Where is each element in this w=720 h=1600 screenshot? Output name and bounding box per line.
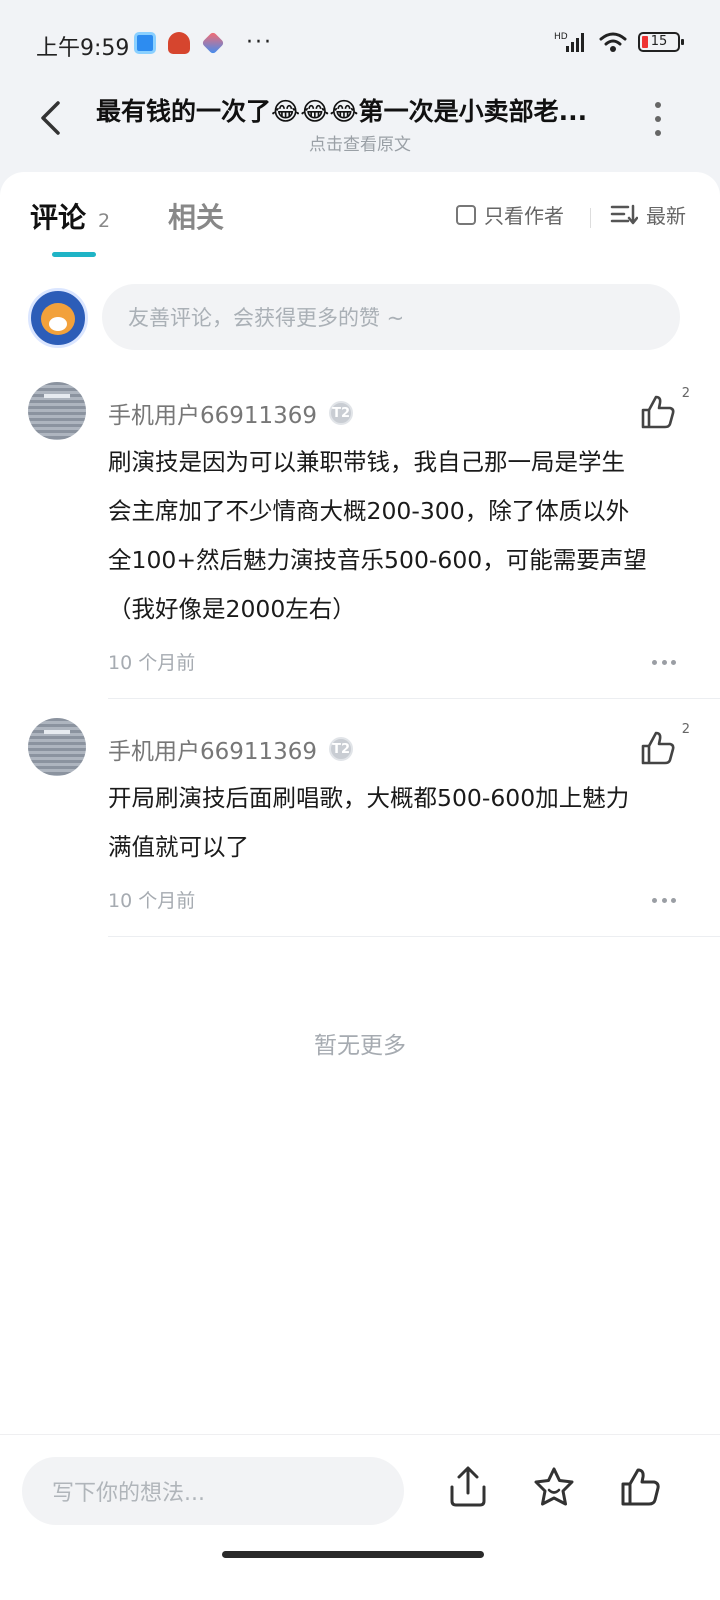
- comment-line: 刷演技是因为可以兼职带钱，我自己那一局是学生: [108, 448, 625, 476]
- tab-comments-count: 2: [98, 210, 111, 232]
- app-notification-icon: [168, 31, 190, 54]
- more-options-button[interactable]: [648, 102, 668, 136]
- checkbox-icon: [456, 204, 476, 225]
- comment-text: 开局刷演技后面刷唱歌，大概都500-600加上魅力 满值就可以了: [108, 774, 708, 872]
- no-more-text: 暂无更多: [314, 1033, 406, 1059]
- comment-divider: [108, 936, 720, 937]
- more-dot: [661, 898, 667, 903]
- comment-time: 10 个月前: [108, 890, 196, 912]
- more-notifications-icon: ···: [246, 30, 273, 55]
- comment-composer: 友善评论，会获得更多的赞 ~: [28, 284, 692, 356]
- comment-username: 手机用户66911369: [108, 739, 318, 765]
- avatar[interactable]: [28, 382, 86, 440]
- comment-input[interactable]: 友善评论，会获得更多的赞 ~: [102, 284, 680, 350]
- more-dot: [661, 660, 667, 665]
- comment-line: 满值就可以了: [108, 833, 249, 861]
- avatar[interactable]: [28, 718, 86, 776]
- more-dot: [652, 660, 657, 665]
- comment-line: 开局刷演技后面刷唱歌，大概都500-600加上魅力: [108, 784, 630, 812]
- app-notification-icon: [134, 31, 156, 54]
- status-bar: 上午9:59 ··· HD 15: [0, 0, 720, 88]
- more-dot: [671, 898, 676, 903]
- tab-related[interactable]: 相关: [168, 196, 224, 236]
- comment-user[interactable]: 手机用户66911369 T2: [108, 396, 354, 430]
- more-dot: [655, 116, 661, 122]
- like-count: 2: [681, 722, 690, 737]
- divider: [590, 208, 591, 228]
- status-indicators: HD 15: [554, 30, 684, 54]
- comment-line: 全100+然后魅力演技音乐500-600，可能需要声望: [108, 546, 647, 574]
- comment-item: 手机用户66911369 T2 2 开局刷演技后面刷唱歌，大概都500-600加…: [28, 718, 720, 938]
- status-time: 上午9:59: [36, 36, 130, 61]
- view-original-link[interactable]: 点击查看原文: [0, 130, 720, 155]
- app-notification-icon: [201, 30, 225, 55]
- like-icon[interactable]: [618, 1465, 662, 1509]
- comment-user[interactable]: 手机用户66911369 T2: [108, 732, 354, 766]
- avatar-muzzle: [49, 317, 67, 331]
- home-indicator[interactable]: [222, 1551, 484, 1558]
- comment-divider: [108, 698, 720, 699]
- tab-comments-label: 评论: [30, 201, 87, 234]
- more-dot: [671, 660, 676, 665]
- more-dot: [655, 130, 661, 136]
- tab-comments[interactable]: 评论 2: [30, 196, 110, 236]
- level-badge-icon: T2: [329, 737, 354, 761]
- sort-icon: [610, 204, 638, 224]
- wifi-icon: [599, 32, 627, 52]
- comment-time: 10 个月前: [108, 652, 196, 674]
- comment-line: 会主席加了不少情商大概200-300，除了体质以外: [108, 497, 630, 525]
- signal-icon: HD: [554, 32, 584, 52]
- post-title[interactable]: 最有钱的一次了😂😂😂第一次是小卖部老...: [96, 92, 616, 128]
- tab-bar: 评论 2 相关 只看作者 最新: [0, 190, 720, 260]
- author-only-toggle[interactable]: 只看作者: [456, 200, 564, 229]
- share-icon[interactable]: [446, 1465, 490, 1509]
- more-dot: [655, 102, 661, 108]
- star-icon[interactable]: [532, 1465, 576, 1509]
- like-count: 2: [681, 386, 690, 401]
- sort-button[interactable]: 最新: [610, 200, 686, 229]
- comments-panel: 评论 2 相关 只看作者 最新 友善评论，会获得更多的赞 ~ 手机用户66911…: [0, 172, 720, 1600]
- level-badge-icon: T2: [329, 401, 354, 425]
- comment-more-button[interactable]: [652, 660, 676, 666]
- sort-label: 最新: [646, 204, 686, 228]
- like-icon[interactable]: [638, 728, 678, 768]
- post-header: 最有钱的一次了😂😂😂第一次是小卖部老... 点击查看原文: [0, 88, 720, 172]
- comment-text: 刷演技是因为可以兼职带钱，我自己那一局是学生 会主席加了不少情商大概200-30…: [108, 438, 708, 634]
- comment-more-button[interactable]: [652, 898, 676, 904]
- comment-item: 手机用户66911369 T2 2 刷演技是因为可以兼职带钱，我自己那一局是学生…: [28, 382, 720, 700]
- active-tab-indicator: [52, 252, 96, 257]
- write-thought-input[interactable]: 写下你的想法...: [22, 1457, 404, 1525]
- comment-username: 手机用户66911369: [108, 403, 318, 429]
- bottom-action-bar: 写下你的想法...: [0, 1434, 720, 1600]
- more-dot: [652, 898, 657, 903]
- comment-line: （我好像是2000左右）: [108, 595, 356, 623]
- battery-icon: 15: [638, 32, 684, 52]
- status-app-icons: ···: [134, 30, 273, 55]
- like-icon[interactable]: [638, 392, 678, 432]
- battery-level: 15: [650, 34, 668, 49]
- network-label: HD: [554, 32, 568, 42]
- avatar[interactable]: [28, 288, 88, 348]
- author-only-label: 只看作者: [484, 204, 564, 228]
